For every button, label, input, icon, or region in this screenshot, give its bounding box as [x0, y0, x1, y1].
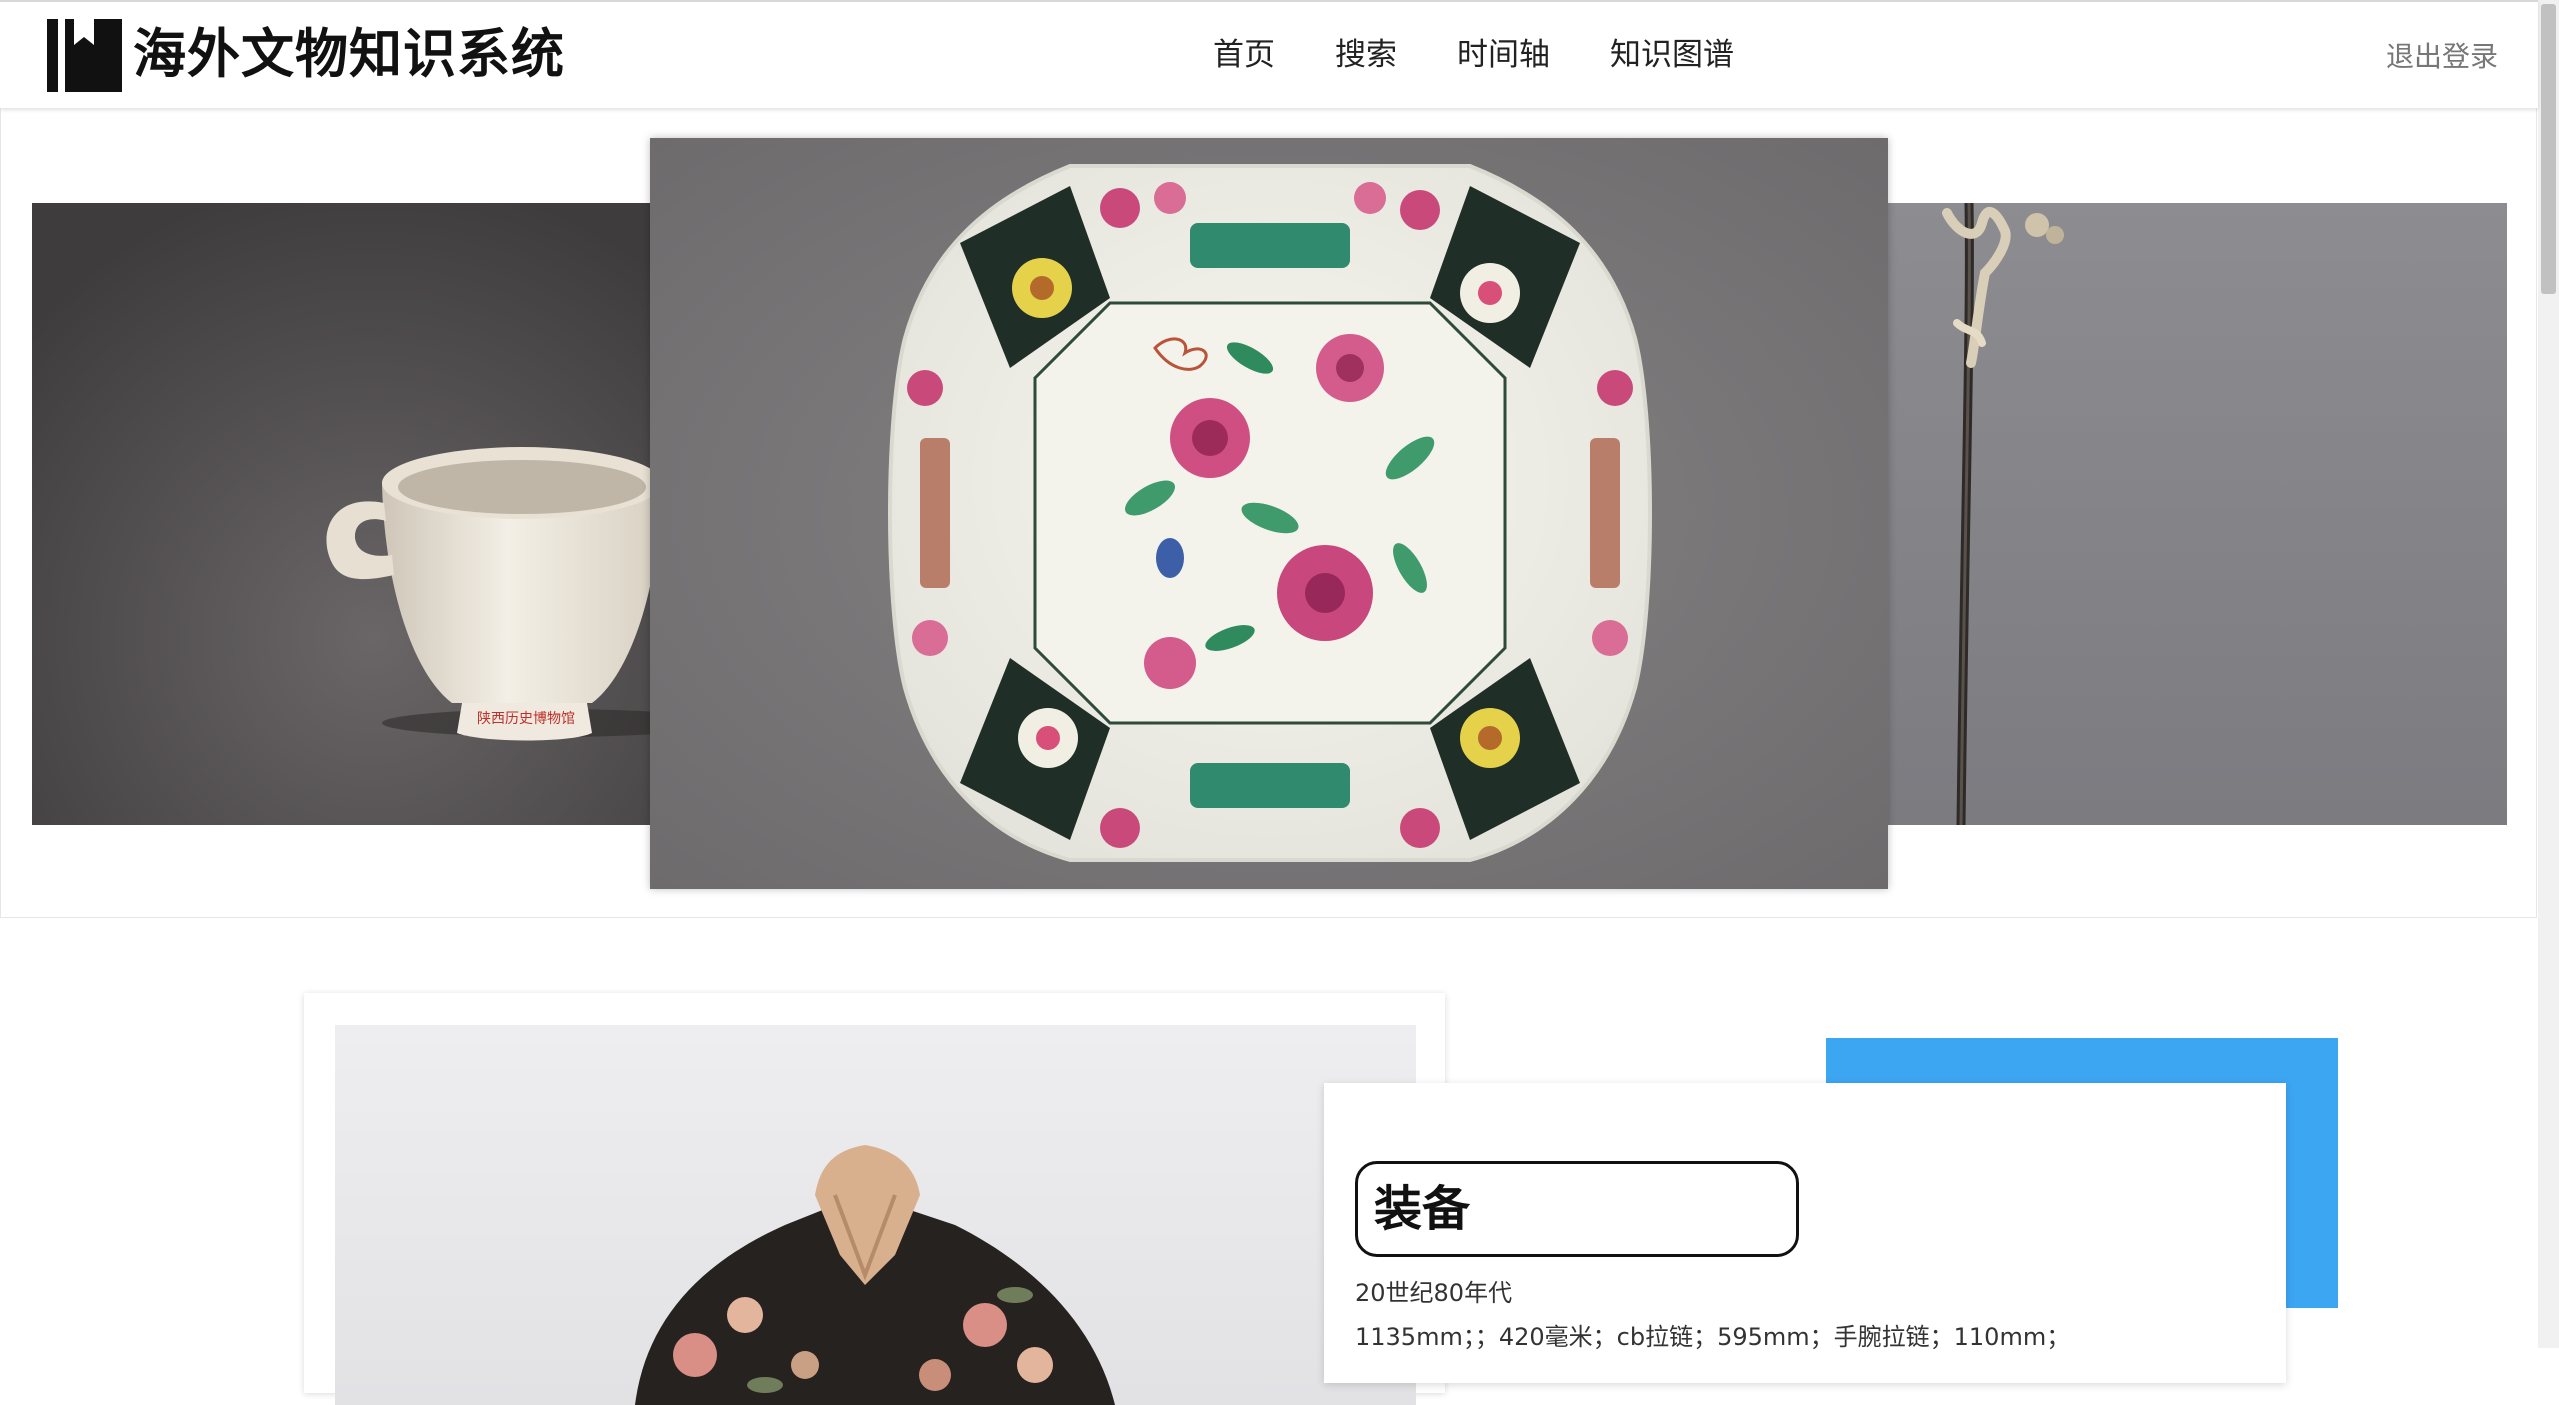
artifact-title-box: 装备 [1355, 1161, 1799, 1257]
nav-search[interactable]: 搜索 [1335, 33, 1397, 77]
main-nav: 首页 搜索 时间轴 知识图谱 [1213, 33, 1794, 77]
artifact-title: 装备 [1374, 1181, 1471, 1237]
artifact-info-card: 装备 20世纪80年代 1135mm；；420毫米；cb拉链；595mm；手腕拉… [1324, 1083, 2286, 1383]
artifact-dimensions: 1135mm；；420毫米；cb拉链；595mm；手腕拉链；110mm； [1355, 1323, 2071, 1351]
artifact-photo[interactable] [335, 1025, 1416, 1405]
logout-link[interactable]: 退出登录 [2386, 37, 2498, 77]
jacket-image [335, 1025, 1416, 1405]
ceramic-cup-image: 陕西历史博物馆 [32, 203, 652, 825]
site-title[interactable]: 海外文物知识系统 [133, 20, 565, 90]
page-scrollbar[interactable] [2538, 0, 2559, 1348]
artifact-carousel: 陕西历史博物馆 [0, 106, 2537, 918]
top-header: 海外文物知识系统 首页 搜索 时间轴 知识图谱 退出登录 [0, 0, 2538, 108]
cup-foot-inscription: 陕西历史博物馆 [477, 710, 575, 727]
nav-home[interactable]: 首页 [1213, 33, 1275, 77]
hairpin-image [1887, 203, 2507, 825]
porcelain-plate-image [650, 138, 1888, 889]
carousel-slide-hairpin[interactable] [1887, 203, 2507, 825]
carousel-slide-plate[interactable] [650, 138, 1888, 889]
carousel-slide-cup[interactable]: 陕西历史博物馆 [32, 203, 652, 825]
library-book-icon[interactable] [47, 19, 122, 92]
nav-timeline[interactable]: 时间轴 [1457, 33, 1550, 77]
artifact-era: 20世纪80年代 [1355, 1279, 1513, 1307]
scrollbar-thumb[interactable] [2541, 4, 2556, 294]
artifact-image-card [304, 993, 1445, 1405]
nav-knowledge-graph[interactable]: 知识图谱 [1610, 33, 1734, 77]
